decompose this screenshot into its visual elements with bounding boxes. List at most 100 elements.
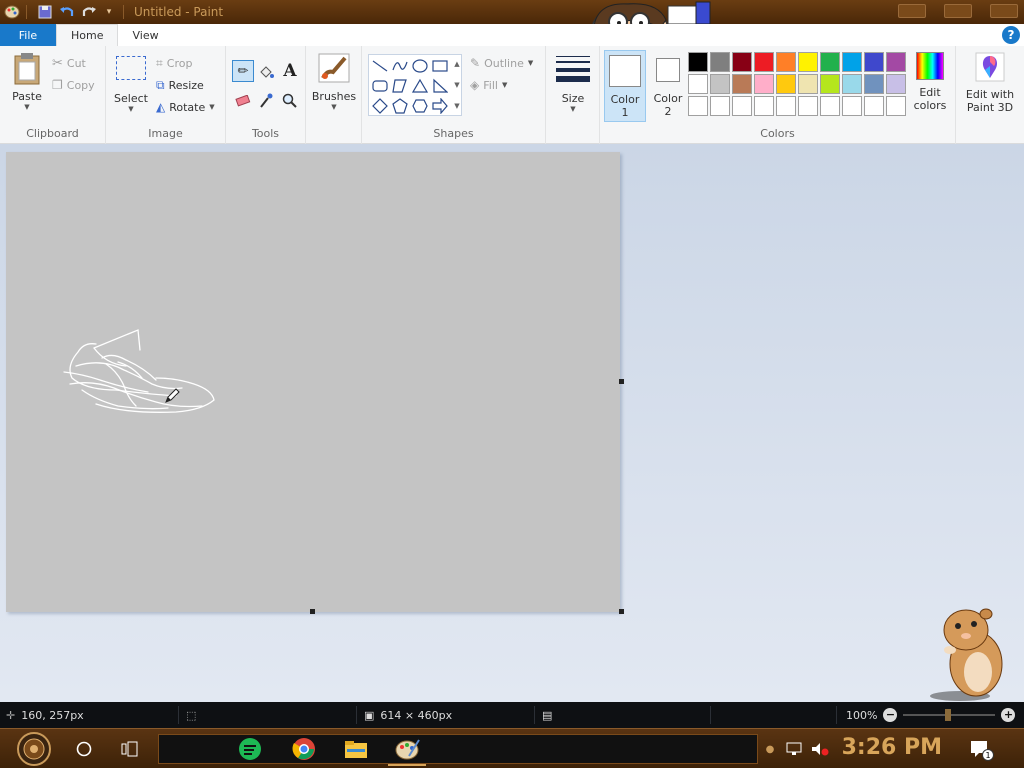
- minimize-button[interactable]: [898, 4, 926, 18]
- color-swatch[interactable]: [864, 74, 884, 94]
- crop-button[interactable]: ⌗ Crop: [156, 56, 192, 71]
- rounded-rect-shape[interactable]: [371, 77, 389, 95]
- tab-view[interactable]: View: [118, 24, 172, 46]
- pencil-tool[interactable]: ✏: [232, 60, 254, 82]
- diamond-shape[interactable]: [371, 97, 389, 115]
- zoom-segment: 100% − +: [846, 702, 1016, 728]
- color-swatch[interactable]: [710, 74, 730, 94]
- color2-button[interactable]: Color 2: [650, 50, 686, 122]
- text-tool[interactable]: A: [280, 60, 300, 82]
- paint-app-icon[interactable]: [4, 4, 20, 20]
- action-center-button[interactable]: 1: [966, 735, 994, 763]
- oval-shape[interactable]: [411, 57, 429, 75]
- curve-shape[interactable]: [391, 57, 409, 75]
- color-swatch[interactable]: [842, 96, 862, 116]
- task-view-button[interactable]: [116, 735, 144, 763]
- color-swatch[interactable]: [864, 96, 884, 116]
- tray-overflow-button[interactable]: ●: [760, 735, 780, 763]
- color-swatch[interactable]: [688, 52, 708, 72]
- color-swatch[interactable]: [842, 74, 862, 94]
- color-swatch[interactable]: [820, 52, 840, 72]
- color1-button[interactable]: Color 1: [604, 50, 646, 122]
- edit-colors-button[interactable]: Edit colors: [910, 52, 950, 122]
- right-triangle-shape[interactable]: [431, 77, 449, 95]
- color-swatch[interactable]: [710, 52, 730, 72]
- color-swatch[interactable]: [820, 96, 840, 116]
- triangle-shape[interactable]: [411, 77, 429, 95]
- rectangle-icon: [432, 60, 448, 72]
- size-button[interactable]: Size ▼: [552, 54, 594, 113]
- copy-button[interactable]: ❐ Copy: [52, 78, 95, 92]
- color-swatch[interactable]: [776, 96, 796, 116]
- color-swatch[interactable]: [842, 52, 862, 72]
- line-shape[interactable]: [371, 57, 389, 75]
- start-button[interactable]: [10, 731, 58, 767]
- resize-handle-bottom[interactable]: [310, 609, 315, 614]
- cut-button[interactable]: ✂ Cut: [52, 56, 86, 71]
- color-swatch[interactable]: [732, 74, 752, 94]
- color-swatch[interactable]: [732, 96, 752, 116]
- undo-icon[interactable]: [59, 4, 75, 20]
- zoom-slider[interactable]: [903, 708, 996, 722]
- drawing-canvas[interactable]: [6, 152, 624, 614]
- fill-tool[interactable]: [256, 62, 276, 82]
- shapes-scroll[interactable]: ▲ ▼ ▼: [452, 54, 462, 116]
- color-swatch[interactable]: [732, 52, 752, 72]
- taskbar-app-paint[interactable]: [394, 735, 422, 763]
- taskbar-app-explorer[interactable]: [342, 735, 370, 763]
- pentagon-shape[interactable]: [391, 97, 409, 115]
- paste-button[interactable]: Paste ▼: [8, 52, 46, 111]
- taskbar-app-green[interactable]: [236, 735, 264, 763]
- tab-file[interactable]: File: [0, 24, 56, 46]
- zoom-in-button[interactable]: +: [1001, 708, 1016, 722]
- color-swatch[interactable]: [754, 52, 774, 72]
- outline-button[interactable]: ✎ Outline ▼: [470, 56, 533, 70]
- color-swatch[interactable]: [710, 96, 730, 116]
- color-swatch[interactable]: [776, 74, 796, 94]
- brushes-button[interactable]: Brushes ▼: [310, 52, 358, 111]
- polygon-shape[interactable]: [391, 77, 409, 95]
- color-swatch[interactable]: [754, 74, 774, 94]
- color-swatch[interactable]: [798, 96, 818, 116]
- volume-button[interactable]: [808, 735, 832, 763]
- rectangle-shape[interactable]: [431, 57, 449, 75]
- hexagon-shape[interactable]: [411, 97, 429, 115]
- color-swatch[interactable]: [754, 96, 774, 116]
- color-swatch[interactable]: [864, 52, 884, 72]
- resize-handle-corner[interactable]: [619, 609, 624, 614]
- customize-toolbar-icon[interactable]: ▾: [101, 4, 117, 20]
- arrow-shape[interactable]: [431, 97, 449, 115]
- color-swatch[interactable]: [776, 52, 796, 72]
- network-button[interactable]: [782, 735, 806, 763]
- color-swatch[interactable]: [886, 74, 906, 94]
- redo-icon[interactable]: [81, 4, 97, 20]
- edit-with-paint3d-button[interactable]: Edit with Paint 3D: [960, 52, 1020, 124]
- tab-home[interactable]: Home: [56, 24, 119, 46]
- color-picker-tool[interactable]: [256, 90, 276, 112]
- zoom-slider-thumb[interactable]: [945, 709, 952, 721]
- color1-label: Color: [610, 93, 640, 106]
- cortana-button[interactable]: [70, 735, 98, 763]
- rotate-button[interactable]: ◭ Rotate ▼: [156, 100, 215, 114]
- maximize-button[interactable]: [944, 4, 972, 18]
- color-swatch[interactable]: [688, 74, 708, 94]
- close-button[interactable]: [990, 4, 1018, 18]
- resize-handle-right[interactable]: [619, 379, 624, 384]
- color-swatch[interactable]: [886, 52, 906, 72]
- color-swatch[interactable]: [688, 96, 708, 116]
- eraser-tool[interactable]: [232, 90, 254, 112]
- canvas-workspace[interactable]: [0, 144, 1024, 702]
- fill-button[interactable]: ◈ Fill ▼: [470, 78, 507, 92]
- color-swatch[interactable]: [886, 96, 906, 116]
- select-button[interactable]: Select ▼: [112, 56, 150, 113]
- help-button[interactable]: ?: [1002, 26, 1020, 44]
- zoom-out-button[interactable]: −: [883, 708, 898, 722]
- color-swatch[interactable]: [798, 52, 818, 72]
- color-swatch[interactable]: [820, 74, 840, 94]
- resize-button[interactable]: ⧉ Resize: [156, 78, 204, 93]
- taskbar-clock[interactable]: 3:26 PM: [842, 735, 942, 760]
- taskbar-app-chrome[interactable]: [290, 735, 318, 763]
- color-swatch[interactable]: [798, 74, 818, 94]
- save-icon[interactable]: [37, 4, 53, 20]
- magnifier-tool[interactable]: [280, 90, 300, 112]
